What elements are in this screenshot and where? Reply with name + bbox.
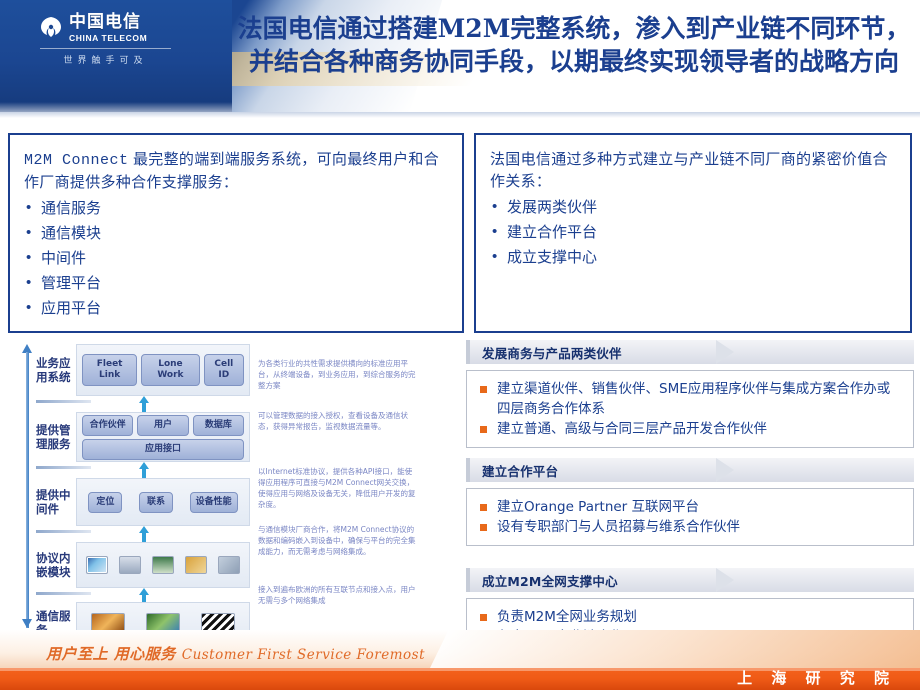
list-item: 发展两类伙伴 — [490, 194, 896, 220]
panel-header: 发展商务与产品两类伙伴 — [466, 340, 914, 364]
list-item: 建立合作平台 — [490, 219, 896, 245]
diagram-notes: 为各类行业的共性需求提供横向的标准应用平台，从终端设备，到业务应用，到综合服务的… — [258, 358, 418, 616]
diagram-chip-api: 应用接口 — [82, 438, 244, 460]
list-item: 成立支撑中心 — [490, 244, 896, 270]
panel-body: 建立渠道伙伴、销售伙伴、SME应用程序伙伴与集成方案合作办或四层商务合作体系 建… — [466, 370, 914, 448]
footer-org-label: 上 海 研 究 院 — [737, 669, 896, 687]
diagram-layer-management: 提供管理服务 合作伙伴 用户 数据库 应用接口 — [36, 412, 250, 462]
page-title: 法国电信通过搭建M2M完整系统，渗入到产业链不同环节，并结合各种商务协同手段，以… — [237, 14, 911, 76]
diagram-layer-label: 提供中间件 — [36, 488, 71, 516]
diagram-layer-middleware: 提供中间件 定位 联系 设备性能 — [36, 478, 250, 526]
left-summary-list: 通信服务 通信模块 中间件 管理平台 应用平台 — [24, 195, 448, 321]
panel-list: 建立渠道伙伴、销售伙伴、SME应用程序伙伴与集成方案合作办或四层商务合作体系 建… — [477, 379, 903, 439]
header-underline — [0, 112, 920, 118]
right-summary-box: 法国电信通过多种方式建立与产业链不同厂商的紧密价值合作关系： 发展两类伙伴 建立… — [474, 133, 912, 333]
diagram-note: 接入到遍布欧洲的所有互联节点和接入点，用户无需与多个网络集成 — [258, 585, 416, 605]
diagram-chip: Lone Work — [141, 354, 200, 386]
brand-logo: 中国电信 CHINA TELECOM 世界触手可及 — [38, 12, 173, 66]
arrow-up-icon — [139, 526, 149, 542]
diagram-chip: 设备性能 — [189, 491, 238, 513]
diagram-layer-embedded-modules: 协议内嵌模块 — [36, 542, 250, 588]
diagram-separator — [36, 400, 91, 403]
brand-name-cn: 中国电信 — [69, 12, 141, 32]
diagram-note: 可以管理数据的接入授权，查看设备及通信状态，获得异常报告，监视数据流量等。 — [258, 411, 408, 431]
list-item: 通信服务 — [24, 195, 448, 221]
footer-slogan-cn: 用户至上 用心服务 — [46, 645, 176, 663]
list-item: 设有专职部门与人员招募与维系合作伙伴 — [477, 517, 903, 537]
diagram-layer-body: Fleet Link Lone Work Cell ID — [76, 344, 250, 396]
arrow-up-icon — [139, 396, 149, 412]
diagram-chip: 数据库 — [192, 414, 244, 436]
list-item: 负责M2M全网业务规划 — [477, 607, 903, 627]
panel-platform: 建立合作平台 建立Orange Partner 互联网平台 设有专职部门与人员招… — [466, 458, 914, 546]
brand-tagline: 世界触手可及 — [63, 56, 148, 66]
diagram-chip: 合作伙伴 — [82, 414, 134, 436]
diagram-layer-business-apps: 业务应用系统 Fleet Link Lone Work Cell ID — [36, 344, 250, 396]
arrow-head-down-icon — [22, 619, 32, 628]
diagram-chip: Fleet Link — [82, 354, 138, 386]
banner-arrow-icon — [716, 568, 734, 592]
server-icon — [218, 556, 241, 574]
axis-line — [26, 352, 29, 628]
panel-title: 成立M2M全网支撑中心 — [482, 573, 618, 589]
camera-icon — [118, 556, 141, 574]
panel-list: 建立Orange Partner 互联网平台 设有专职部门与人员招募与维系合作伙… — [477, 497, 903, 537]
architecture-diagram: 业务应用系统 Fleet Link Lone Work Cell ID 提供管理… — [10, 340, 250, 644]
banner-arrow-icon — [716, 340, 734, 364]
terminal-device-icon — [151, 556, 174, 574]
list-item: 中间件 — [24, 245, 448, 271]
diagram-layer-label: 业务应用系统 — [36, 356, 71, 384]
package-icon — [185, 556, 208, 574]
diagram-chip: 联系 — [138, 491, 173, 513]
right-summary-list: 发展两类伙伴 建立合作平台 成立支撑中心 — [490, 194, 896, 270]
panel-header: 成立M2M全网支撑中心 — [466, 568, 914, 592]
china-telecom-logo-icon — [38, 15, 64, 41]
list-item: 应用平台 — [24, 295, 448, 321]
panel-title: 发展商务与产品两类伙伴 — [482, 345, 622, 361]
panel-body: 建立Orange Partner 互联网平台 设有专职部门与人员招募与维系合作伙… — [466, 488, 914, 546]
diagram-separator — [36, 530, 91, 533]
diagram-note: 以Internet标准协议，提供各种API接口，能使得应用程序可直接与M2M C… — [258, 467, 416, 509]
list-item: 管理平台 — [24, 270, 448, 296]
right-summary-lead: 法国电信通过多种方式建立与产业链不同厂商的紧密价值合作关系： — [490, 151, 888, 190]
list-item: 建立渠道伙伴、销售伙伴、SME应用程序伙伴与集成方案合作办或四层商务合作体系 — [477, 379, 903, 419]
diagram-layer-label: 提供管理服务 — [36, 423, 71, 451]
left-summary-box: M2M Connect 最完整的端到端服务系统，可向最终用户和合作厂商提供多种合… — [8, 133, 464, 333]
diagram-chip: 用户 — [137, 414, 189, 436]
diagram-layer-label: 协议内嵌模块 — [36, 551, 71, 579]
left-summary-product-name: M2M Connect — [24, 152, 129, 169]
left-summary-lead: M2M Connect 最完整的端到端服务系统，可向最终用户和合作厂商提供多种合… — [24, 149, 448, 194]
diagram-note: 为各类行业的共性需求提供横向的标准应用平台，从终端设备，到业务应用，到综合服务的… — [258, 359, 416, 390]
diagram-chip: 定位 — [88, 491, 123, 513]
footer-slogan: 用户至上 用心服务 Customer First Service Foremost — [46, 643, 425, 664]
panel-header: 建立合作平台 — [466, 458, 914, 482]
banner-arrow-icon — [716, 458, 734, 482]
list-item: 建立普通、高级与合同三层产品开发合作伙伴 — [477, 419, 903, 439]
slide-root: 中国电信 CHINA TELECOM 世界触手可及 法国电信通过搭建M2M完整系… — [0, 0, 920, 690]
diagram-chip: Cell ID — [203, 354, 244, 386]
vertical-double-arrow-icon — [22, 344, 32, 628]
brand-name-en: CHINA TELECOM — [69, 33, 148, 43]
list-item: 通信模块 — [24, 220, 448, 246]
logo-divider — [40, 48, 171, 49]
footer-swoosh-decoration — [430, 630, 920, 668]
diagram-note: 与通信模块厂商合作，将M2M Connect协议的数据和编码嵌入到设备中，确保与… — [258, 525, 416, 556]
panel-title: 建立合作平台 — [482, 463, 559, 479]
panel-partners: 发展商务与产品两类伙伴 建立渠道伙伴、销售伙伴、SME应用程序伙伴与集成方案合作… — [466, 340, 914, 448]
diagram-separator — [36, 466, 91, 469]
arrow-up-icon — [139, 462, 149, 478]
diagram-layer-body: 合作伙伴 用户 数据库 应用接口 — [76, 412, 250, 462]
diagram-layer-body — [76, 542, 250, 588]
footer-slogan-en: Customer First Service Foremost — [181, 647, 426, 663]
diagram-separator — [36, 592, 91, 595]
diagram-layer-body: 定位 联系 设备性能 — [76, 478, 250, 526]
map-display-icon — [85, 556, 108, 574]
list-item: 建立Orange Partner 互联网平台 — [477, 497, 903, 517]
